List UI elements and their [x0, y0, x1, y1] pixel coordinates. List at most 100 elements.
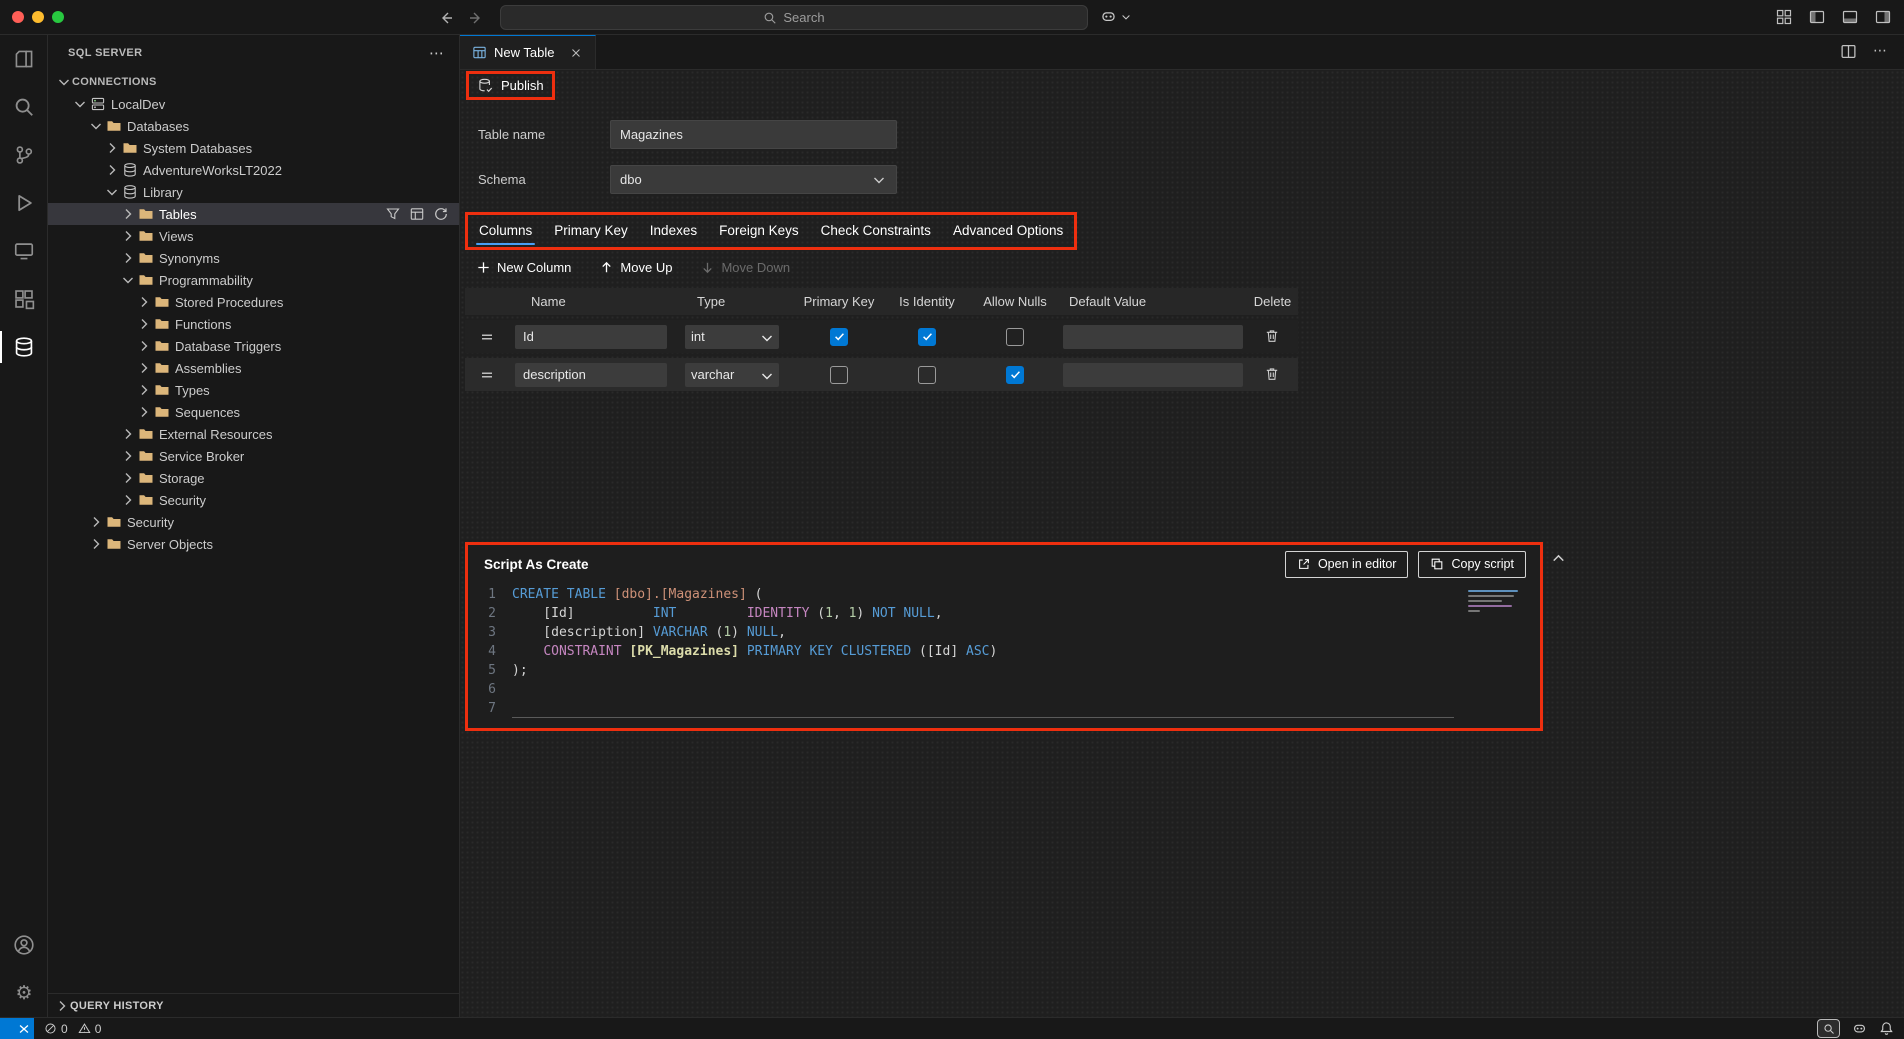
chevron-right-icon[interactable]	[136, 382, 152, 398]
minimap[interactable]	[1468, 590, 1526, 612]
tree-item-databases[interactable]: Databases	[48, 115, 459, 137]
tree-item-library[interactable]: Library	[48, 181, 459, 203]
tree-item-tables[interactable]: Tables	[48, 203, 459, 225]
tree-item-sequences[interactable]: Sequences	[48, 401, 459, 423]
publish-button[interactable]: Publish	[477, 77, 544, 94]
remote-explorer-icon[interactable]	[0, 227, 48, 275]
table-name-input[interactable]	[610, 120, 897, 149]
move-up-button[interactable]: Move Up	[599, 260, 672, 275]
column-type-select[interactable]: varchar	[685, 363, 779, 387]
chevron-right-icon[interactable]	[88, 536, 104, 552]
tab-new-table[interactable]: New Table	[460, 35, 596, 69]
primary-key-checkbox[interactable]	[830, 328, 848, 346]
account-icon[interactable]	[0, 921, 48, 969]
close-window-button[interactable]	[12, 11, 24, 23]
toggle-sidebar-icon[interactable]	[1808, 8, 1826, 26]
more-editor-actions-icon[interactable]: ⋯	[1873, 43, 1890, 60]
expand-script-chevron-up-icon[interactable]	[1550, 550, 1567, 567]
tree-item-storage[interactable]: Storage	[48, 467, 459, 489]
column-name-input[interactable]	[515, 325, 667, 349]
zoom-indicator[interactable]	[1817, 1019, 1840, 1038]
chevron-right-icon[interactable]	[120, 206, 136, 222]
maximize-window-button[interactable]	[52, 11, 64, 23]
chevron-right-icon[interactable]	[104, 140, 120, 156]
copy-script-button[interactable]: Copy script	[1418, 551, 1526, 578]
chevron-right-icon[interactable]	[120, 470, 136, 486]
designer-tab-indexes[interactable]: Indexes	[639, 215, 708, 247]
tree-item-connections[interactable]: CONNECTIONS	[48, 71, 459, 93]
search-activity-icon[interactable]	[0, 83, 48, 131]
trash-icon[interactable]	[1264, 328, 1281, 345]
chevron-down-icon[interactable]	[56, 74, 72, 90]
chevron-right-icon[interactable]	[120, 492, 136, 508]
chevron-down-icon[interactable]	[104, 184, 120, 200]
copilot-status-icon[interactable]	[1852, 1021, 1867, 1036]
default-value-input[interactable]	[1063, 363, 1243, 387]
chevron-right-icon[interactable]	[88, 514, 104, 530]
chevron-right-icon[interactable]	[120, 228, 136, 244]
move-down-button[interactable]: Move Down	[700, 260, 790, 275]
chevron-right-icon[interactable]	[136, 338, 152, 354]
script-editor[interactable]: 1CREATE TABLE [dbo].[Magazines] (2 [Id] …	[468, 583, 1540, 728]
tree-item-stored-procedures[interactable]: Stored Procedures	[48, 291, 459, 313]
extensions-icon[interactable]	[0, 275, 48, 323]
table-icon[interactable]	[409, 206, 425, 222]
more-actions-icon[interactable]: ⋯	[429, 44, 445, 62]
toggle-panel-icon[interactable]	[1841, 8, 1859, 26]
default-value-input[interactable]	[1063, 325, 1243, 349]
column-name-input[interactable]	[515, 363, 667, 387]
query-history-section[interactable]: QUERY HISTORY	[48, 993, 459, 1017]
trash-icon[interactable]	[1264, 366, 1281, 383]
problems-status[interactable]: 0 0	[44, 1022, 107, 1036]
chevron-right-icon[interactable]	[136, 360, 152, 376]
new-column-button[interactable]: New Column	[476, 260, 571, 275]
back-arrow-icon[interactable]	[437, 9, 455, 27]
tree-item-views[interactable]: Views	[48, 225, 459, 247]
chevron-right-icon[interactable]	[136, 404, 152, 420]
minimize-window-button[interactable]	[32, 11, 44, 23]
designer-tab-check-constraints[interactable]: Check Constraints	[810, 215, 942, 247]
column-type-select[interactable]: int	[685, 325, 779, 349]
settings-gear-icon[interactable]: ⚙	[0, 969, 48, 1017]
forward-arrow-icon[interactable]	[467, 9, 485, 27]
drag-handle-icon[interactable]	[479, 367, 495, 383]
chevron-down-icon[interactable]	[120, 272, 136, 288]
copilot-menu-button[interactable]	[1100, 8, 1132, 25]
split-editor-icon[interactable]	[1840, 43, 1857, 60]
tree-item-database-triggers[interactable]: Database Triggers	[48, 335, 459, 357]
toggle-secondary-sidebar-icon[interactable]	[1874, 8, 1892, 26]
chevron-right-icon[interactable]	[120, 448, 136, 464]
is-identity-checkbox[interactable]	[918, 328, 936, 346]
tree-item-security[interactable]: Security	[48, 511, 459, 533]
run-debug-icon[interactable]	[0, 179, 48, 227]
tree-item-types[interactable]: Types	[48, 379, 459, 401]
tree-item-localdev[interactable]: LocalDev	[48, 93, 459, 115]
tree-item-external-resources[interactable]: External Resources	[48, 423, 459, 445]
designer-tab-primary-key[interactable]: Primary Key	[543, 215, 639, 247]
search-input[interactable]: Search	[500, 5, 1088, 30]
open-in-editor-button[interactable]: Open in editor	[1285, 551, 1409, 578]
tree-item-system-databases[interactable]: System Databases	[48, 137, 459, 159]
drag-handle-icon[interactable]	[479, 329, 495, 345]
customize-layout-icon[interactable]	[1775, 8, 1793, 26]
source-control-icon[interactable]	[0, 131, 48, 179]
is-identity-checkbox[interactable]	[918, 366, 936, 384]
chevron-right-icon[interactable]	[104, 162, 120, 178]
tree-item-synonyms[interactable]: Synonyms	[48, 247, 459, 269]
designer-tab-columns[interactable]: Columns	[468, 215, 543, 247]
chevron-right-icon[interactable]	[120, 250, 136, 266]
remote-indicator[interactable]	[0, 1018, 34, 1039]
tree-item-programmability[interactable]: Programmability	[48, 269, 459, 291]
allow-nulls-checkbox[interactable]	[1006, 328, 1024, 346]
primary-key-checkbox[interactable]	[830, 366, 848, 384]
tree-item-security[interactable]: Security	[48, 489, 459, 511]
tree-item-assemblies[interactable]: Assemblies	[48, 357, 459, 379]
chevron-down-icon[interactable]	[72, 96, 88, 112]
chevron-down-icon[interactable]	[88, 118, 104, 134]
chevron-right-icon[interactable]	[120, 426, 136, 442]
schema-select[interactable]: dbo	[610, 165, 897, 194]
designer-tab-foreign-keys[interactable]: Foreign Keys	[708, 215, 810, 247]
chevron-right-icon[interactable]	[136, 294, 152, 310]
sql-server-activity-icon[interactable]	[0, 323, 48, 371]
tree-item-server-objects[interactable]: Server Objects	[48, 533, 459, 555]
